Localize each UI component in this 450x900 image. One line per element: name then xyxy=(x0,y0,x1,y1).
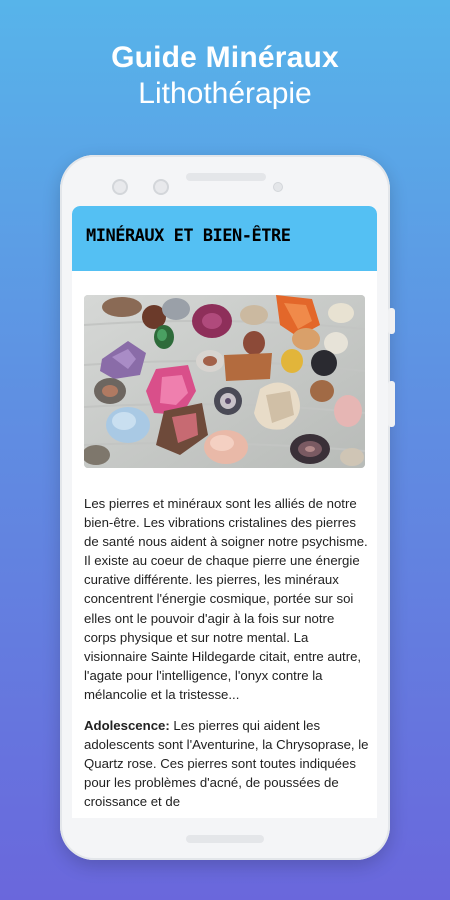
promo-subtitle: Lithothérapie xyxy=(138,77,312,110)
front-sensor-icon xyxy=(153,179,169,195)
volume-button xyxy=(388,381,395,427)
app-screen: Minéraux et bien-être xyxy=(72,206,377,818)
front-camera-icon xyxy=(112,179,128,195)
phone-frame: Minéraux et bien-être xyxy=(60,155,395,860)
article-paragraph: Les pierres et minéraux sont les alliés … xyxy=(84,496,368,702)
minerals-photo xyxy=(84,295,365,468)
power-button xyxy=(388,308,395,334)
article-body: Les pierres et minéraux sont les alliés … xyxy=(84,494,369,818)
promo-title: Guide Minéraux xyxy=(111,41,339,74)
article-section: Adolescence: Les pierres qui aident les … xyxy=(84,716,369,811)
app-bar-title: Minéraux et bien-être xyxy=(86,226,291,246)
app-bar: Minéraux et bien-être xyxy=(72,206,377,271)
minerals-illustration xyxy=(84,295,365,468)
proximity-sensor xyxy=(273,182,283,192)
speaker-grille xyxy=(186,173,266,181)
home-indicator xyxy=(186,835,264,843)
section-heading: Adolescence: xyxy=(84,718,170,734)
